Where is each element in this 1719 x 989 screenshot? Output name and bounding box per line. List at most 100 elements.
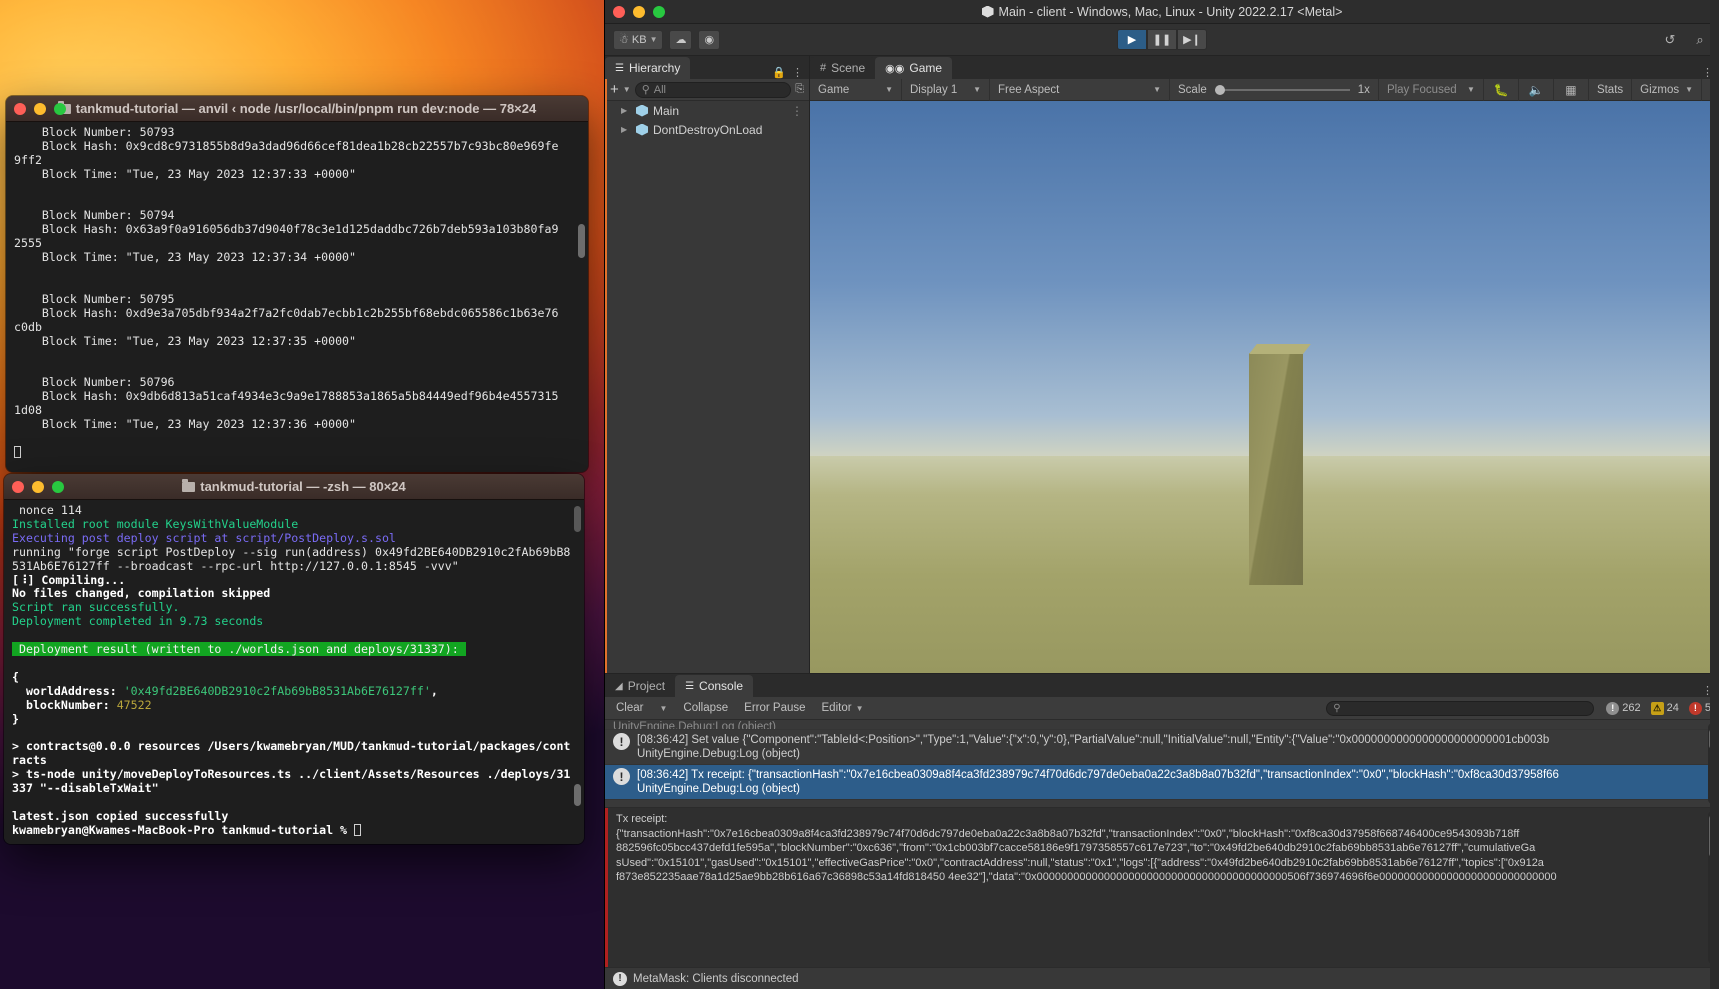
aspect-selector[interactable]: Free Aspect ▼: [990, 78, 1170, 101]
hierarchy-item-main[interactable]: ▶ Main ⋮: [605, 101, 809, 120]
console-detail-line: Tx receipt:: [616, 813, 668, 825]
stats-toggle[interactable]: Stats: [1589, 78, 1633, 101]
scale-slider-track[interactable]: [1214, 84, 1350, 95]
editor-dropdown[interactable]: Editor ▼: [815, 699, 871, 717]
window-controls[interactable]: [14, 102, 66, 115]
terminal-line: Script ran successfully.: [12, 600, 180, 615]
terminal-line: racts: [12, 753, 47, 768]
info-count[interactable]: ! 262: [1602, 699, 1644, 717]
chevron-down-icon[interactable]: ▼: [623, 85, 631, 94]
close-icon[interactable]: [12, 480, 24, 493]
terminal-zsh-titlebar[interactable]: tankmud-tutorial — -zsh — 80×24: [4, 474, 584, 500]
minimize-icon[interactable]: [32, 480, 44, 493]
chevron-down-icon: ▼: [1467, 85, 1475, 94]
tab-project[interactable]: ◢ Project: [605, 675, 676, 697]
console-log-list[interactable]: UnityEngine.Debug:Log (object) ! [08:36:…: [605, 720, 1719, 808]
game-view-toolbar[interactable]: Game ▼ Display 1 ▼ Free Aspect ▼ Scale 1…: [810, 78, 1719, 101]
mute-audio-button[interactable]: 🐛: [1484, 78, 1519, 101]
hierarchy-tree[interactable]: ▶ Main ⋮ ▶ DontDestroyOnLoad: [605, 101, 809, 139]
chevron-down-icon: ▼: [1153, 85, 1161, 94]
terminal-zsh-scrollbar[interactable]: [574, 506, 581, 532]
search-icon[interactable]: ⌕: [1689, 30, 1711, 50]
collapse-toggle[interactable]: Collapse: [676, 699, 735, 717]
console-toolbar[interactable]: Clear ▼ Collapse Error Pause Editor ▼ ⚲ !…: [605, 697, 1719, 720]
hierarchy-search-input[interactable]: ⚲ All: [634, 81, 792, 98]
console-search-input[interactable]: ⚲: [1326, 700, 1595, 716]
add-object-button[interactable]: +: [610, 81, 619, 98]
maximize-icon[interactable]: [54, 102, 66, 115]
hierarchy-item-dontdestroyonload[interactable]: ▶ DontDestroyOnLoad: [605, 120, 809, 139]
console-detail-line: 882596fc05bcc437defd1fe595a","blockNumbe…: [616, 842, 1536, 854]
window-controls-zsh[interactable]: [12, 480, 64, 493]
tab-hierarchy[interactable]: ☰ Hierarchy: [605, 57, 691, 79]
hierarchy-tabrow[interactable]: ☰ Hierarchy 🔒 ⋮: [605, 56, 809, 79]
console-tabrow[interactable]: ◢ Project ☰ Console ⋮: [605, 674, 1719, 697]
hierarchy-search-placeholder: All: [653, 83, 666, 96]
game-viewport[interactable]: [810, 101, 1719, 673]
step-button[interactable]: ▶❙: [1177, 29, 1207, 50]
tab-scene[interactable]: # Scene: [810, 57, 876, 79]
maximize-icon[interactable]: [653, 5, 665, 18]
error-pause-toggle[interactable]: Error Pause: [737, 699, 812, 717]
folder-icon: [182, 479, 196, 492]
console-row[interactable]: ! [08:36:42] Set value {"Component":"Tab…: [605, 730, 1719, 765]
game-panel[interactable]: # Scene ◉◉ Game ⋮ Game ▼ Display 1 ▼ Fre…: [810, 56, 1719, 673]
scale-slider[interactable]: Scale 1x: [1170, 78, 1379, 101]
close-icon[interactable]: [14, 102, 26, 115]
play-button[interactable]: ▶: [1117, 29, 1147, 50]
cloud-button[interactable]: ☁: [669, 29, 693, 50]
console-row-partial[interactable]: UnityEngine.Debug:Log (object): [605, 720, 1719, 730]
hierarchy-toolbar[interactable]: + ▼ ⚲ All ⎘: [605, 79, 809, 101]
hierarchy-panel[interactable]: ☰ Hierarchy 🔒 ⋮ + ▼ ⚲ All ⎘ ▶ Main ⋮ ▶ D…: [605, 56, 810, 673]
close-icon[interactable]: [613, 5, 625, 18]
row-menu-icon[interactable]: ⋮: [791, 104, 803, 118]
status-bar[interactable]: ! MetaMask: Clients disconnected: [605, 967, 1719, 989]
maximize-icon[interactable]: [52, 480, 64, 493]
cloud-icon: ☁: [675, 34, 687, 46]
unity-titlebar[interactable]: Main - client - Windows, Mac, Linux - Un…: [605, 0, 1719, 24]
unity-window-controls[interactable]: [613, 5, 665, 18]
terminal-anvil-titlebar[interactable]: tankmud-tutorial — anvil ‹ node /usr/loc…: [6, 96, 588, 122]
audio-button[interactable]: 🔈: [1519, 78, 1554, 101]
grid-toggle-button[interactable]: ▦: [1554, 78, 1589, 101]
pause-button[interactable]: ❚❚: [1147, 29, 1177, 50]
unity-toolbar[interactable]: ☃ KB ▼ ☁ ◉ ▶ ❚❚ ▶❙ ↺ ⌕: [605, 24, 1719, 56]
undo-history-icon[interactable]: ↺: [1659, 30, 1681, 50]
clear-dropdown[interactable]: ▼: [652, 699, 674, 717]
terminal-zsh-scrollbar-thumb[interactable]: [574, 784, 581, 806]
terminal-window-anvil[interactable]: tankmud-tutorial — anvil ‹ node /usr/loc…: [6, 96, 588, 472]
terminal-window-zsh[interactable]: tankmud-tutorial — -zsh — 80×24 nonce 11…: [4, 474, 584, 844]
lock-icon[interactable]: 🔒: [772, 66, 786, 79]
gizmos-toggle[interactable]: Gizmos ▼: [1632, 78, 1703, 101]
tab-game[interactable]: ◉◉ Game: [875, 57, 953, 79]
scale-slider-knob[interactable]: [1214, 84, 1225, 95]
scale-value: 1x: [1357, 83, 1370, 96]
terminal-line: 531Ab6E76127ff --broadcast --rpc-url htt…: [12, 558, 459, 573]
warning-count[interactable]: ⚠ 24: [1647, 699, 1683, 717]
clear-button[interactable]: Clear: [609, 699, 650, 717]
game-view-selector[interactable]: Game ▼: [810, 78, 902, 101]
play-mode-selector[interactable]: Play Focused ▼: [1379, 78, 1484, 101]
unity-editor-window[interactable]: Main - client - Windows, Mac, Linux - Un…: [604, 0, 1719, 989]
minimize-icon[interactable]: [34, 102, 46, 115]
game-tabrow[interactable]: # Scene ◉◉ Game ⋮: [810, 56, 1719, 79]
chevron-right-icon[interactable]: ▶: [621, 106, 631, 115]
chevron-down-icon: ▼: [885, 85, 893, 94]
playback-controls[interactable]: ▶ ❚❚ ▶❙: [1117, 29, 1207, 50]
display-selector[interactable]: Display 1 ▼: [902, 78, 990, 101]
terminal-anvil-title: tankmud-tutorial — anvil ‹ node /usr/loc…: [6, 101, 588, 116]
chevron-down-icon: ▼: [659, 703, 668, 713]
console-panel[interactable]: ◢ Project ☰ Console ⋮ Clear ▼ Collapse E…: [605, 673, 1719, 989]
services-button[interactable]: ◉: [698, 29, 721, 50]
console-detail-pane[interactable]: Tx receipt: {"transactionHash":"0x7e16cbe…: [605, 808, 1719, 967]
console-row-selected[interactable]: ! [08:36:42] Tx receipt: {"transactionHa…: [605, 765, 1719, 800]
chevron-right-icon[interactable]: ▶: [621, 125, 631, 134]
account-dropdown[interactable]: ☃ KB ▼: [613, 29, 664, 50]
open-in-window-icon[interactable]: ⎘: [795, 83, 804, 96]
terminal-line: {: [12, 669, 19, 684]
terminal-anvil-scrollbar[interactable]: [578, 224, 585, 258]
tab-console[interactable]: ☰ Console: [675, 675, 754, 697]
panel-menu-icon[interactable]: ⋮: [792, 66, 803, 79]
minimize-icon[interactable]: [633, 5, 645, 18]
